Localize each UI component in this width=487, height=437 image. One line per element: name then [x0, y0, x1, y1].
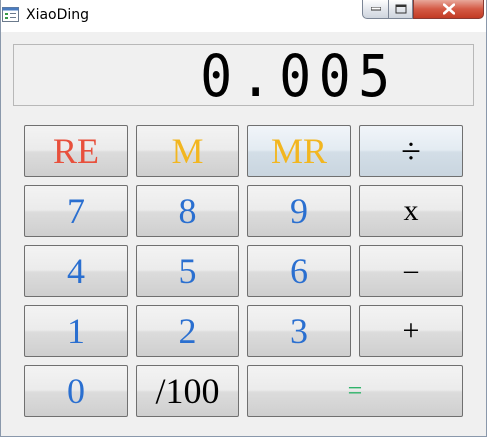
window-title: XiaoDing [26, 7, 90, 23]
add-button[interactable]: + [359, 305, 463, 357]
digit-1-button[interactable]: 1 [24, 305, 128, 357]
memory-button-label: M [171, 131, 204, 171]
caption-buttons [362, 0, 484, 20]
digit-0-label: 0 [67, 371, 85, 411]
digit-8-label: 8 [178, 191, 197, 231]
subtract-button-label: – [404, 255, 418, 286]
title-bar[interactable]: XiaoDing [1, 0, 486, 32]
divide-by-100-label: /100 [155, 371, 220, 411]
multiply-button[interactable]: x [359, 185, 463, 237]
digit-2-label: 2 [178, 311, 197, 351]
divide-by-100-button[interactable]: /100 [136, 365, 239, 417]
digit-6-button[interactable]: 6 [247, 245, 351, 297]
digit-0-button[interactable]: 0 [24, 365, 128, 417]
re-button-label: RE [52, 131, 99, 171]
digit-1-label: 1 [67, 311, 85, 351]
add-button-label: + [402, 314, 420, 347]
calculator-display: 0.005 [13, 44, 474, 106]
close-icon [442, 3, 455, 15]
memory-recall-button-label: MR [270, 131, 328, 171]
maximize-icon [395, 4, 406, 14]
digit-7-label: 7 [67, 191, 85, 231]
digit-3-label: 3 [290, 311, 308, 351]
display-value: 0.005 [200, 42, 398, 110]
digit-4-button[interactable]: 4 [24, 245, 128, 297]
digit-8-button[interactable]: 8 [136, 185, 239, 237]
equals-button-label: = [347, 376, 363, 405]
digit-9-button[interactable]: 9 [247, 185, 351, 237]
digit-2-button[interactable]: 2 [136, 305, 239, 357]
divide-button-label: ÷ [401, 131, 421, 171]
re-button[interactable]: RE [24, 125, 128, 177]
digit-3-button[interactable]: 3 [247, 305, 351, 357]
calculator-window: XiaoDing 0.005 RE M MR ÷ 7 8 9 x 4 5 6 –… [0, 0, 487, 437]
close-button[interactable] [413, 0, 484, 19]
maximize-button[interactable] [388, 0, 413, 19]
digit-5-button[interactable]: 5 [136, 245, 239, 297]
equals-button[interactable]: = [247, 365, 463, 417]
minimize-icon [370, 7, 381, 11]
digit-6-label: 6 [290, 251, 308, 291]
minimize-button[interactable] [362, 0, 388, 19]
digit-7-button[interactable]: 7 [24, 185, 128, 237]
digit-4-label: 4 [67, 251, 85, 291]
memory-button[interactable]: M [136, 125, 239, 177]
digit-9-label: 9 [290, 191, 308, 231]
app-window-icon [2, 7, 19, 22]
memory-recall-button[interactable]: MR [247, 125, 351, 177]
digit-5-label: 5 [178, 251, 197, 291]
subtract-button[interactable]: – [359, 245, 463, 297]
divide-button[interactable]: ÷ [359, 125, 463, 177]
multiply-button-label: x [403, 194, 419, 227]
